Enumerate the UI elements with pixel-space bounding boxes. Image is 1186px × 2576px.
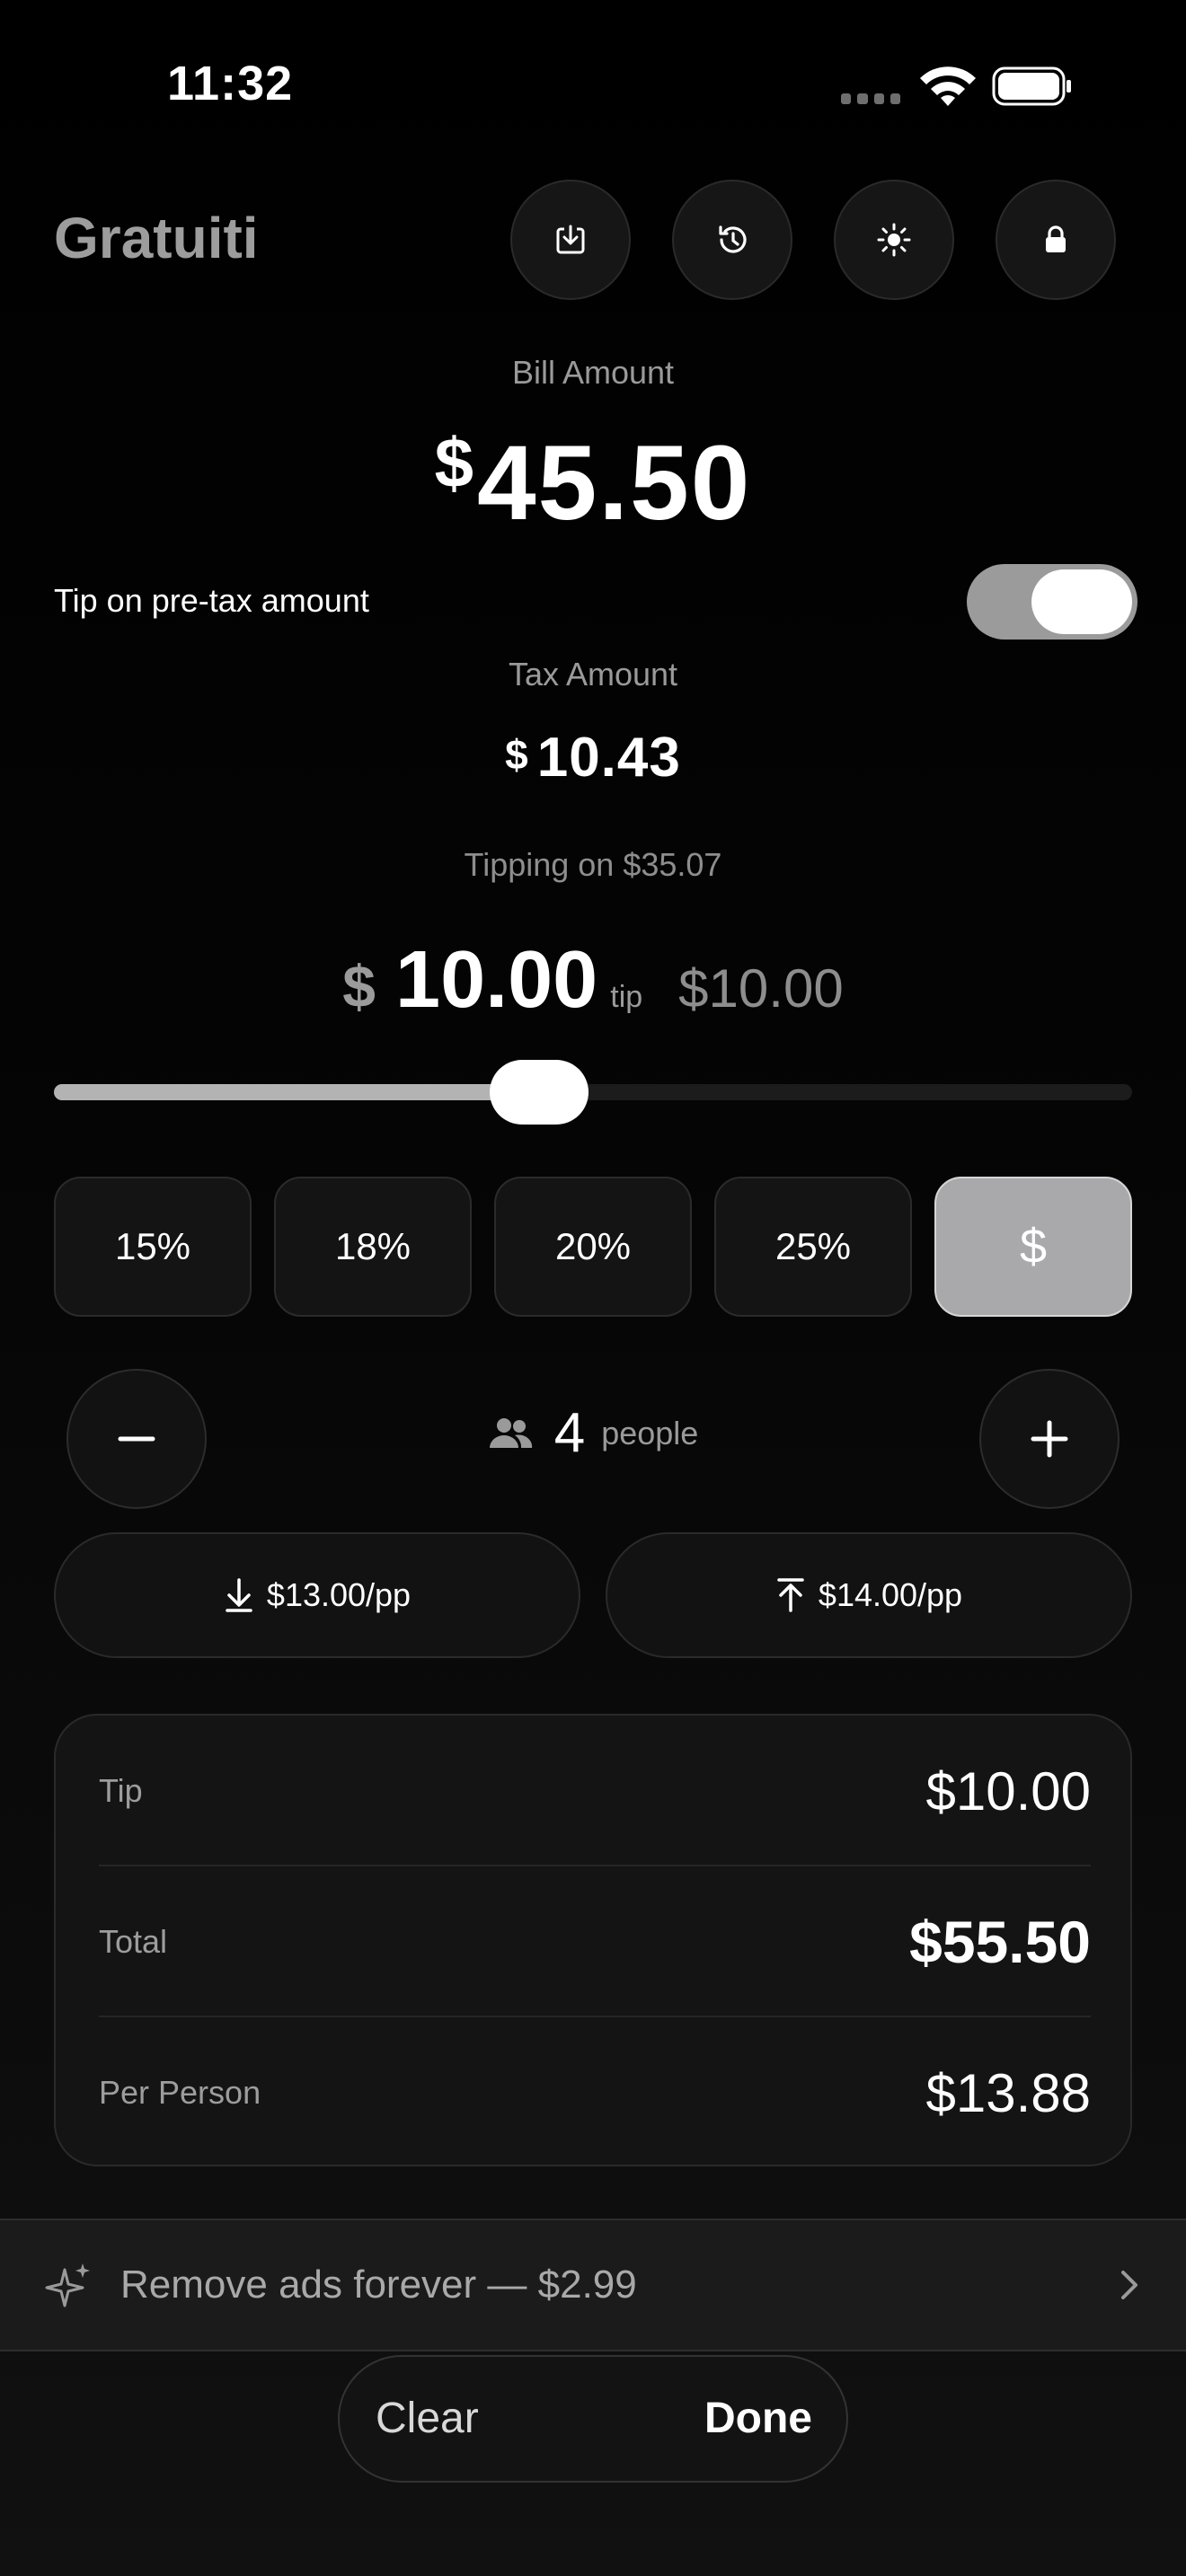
round-down-label: $13.00/pp xyxy=(266,1576,412,1613)
round-up-label: $14.00/pp xyxy=(818,1576,963,1613)
summary-tip-value: $10.00 xyxy=(925,1760,1091,1822)
arrow-up-icon xyxy=(777,1578,804,1612)
tip-calculator-screen: 11:32 Gratuiti Bill Amount $45.50 Tip on… xyxy=(0,0,1186,2576)
bill-amount-value: 45.50 xyxy=(477,424,752,543)
preset-18-button[interactable]: 18% xyxy=(274,1177,472,1317)
wifi-icon xyxy=(920,66,976,106)
bill-currency: $ xyxy=(434,423,474,502)
summary-per-person-label: Per Person xyxy=(99,2074,261,2111)
tip-presets: 15% 18% 20% 25% $ xyxy=(54,1177,1132,1317)
tip-amount-value: 10.00 xyxy=(395,935,598,1025)
toggle-knob xyxy=(1031,569,1132,634)
arrow-down-icon xyxy=(226,1578,252,1612)
preset-15-button[interactable]: 15% xyxy=(54,1177,252,1317)
summary-per-person-row: Per Person $13.88 xyxy=(99,2017,1091,2168)
lock-icon xyxy=(1046,225,1066,252)
increase-people-button[interactable] xyxy=(979,1369,1120,1509)
sparkles-icon xyxy=(45,2263,90,2307)
summary-total-value: $55.50 xyxy=(909,1909,1091,1975)
round-up-button[interactable]: $14.00/pp xyxy=(606,1532,1132,1658)
lock-button[interactable] xyxy=(996,180,1116,300)
preset-custom-dollar-button[interactable]: $ xyxy=(934,1177,1132,1317)
remove-ads-text: Remove ads forever — $2.99 xyxy=(120,2263,637,2307)
people-icon xyxy=(489,1417,532,1448)
tip-currency: $ xyxy=(342,953,376,1019)
summary-total-row: Total $55.50 xyxy=(99,1866,1091,2017)
round-down-button[interactable]: $13.00/pp xyxy=(54,1532,580,1658)
tax-amount-field[interactable]: $10.43 xyxy=(0,726,1186,790)
remove-ads-banner[interactable]: Remove ads forever — $2.99 xyxy=(0,2219,1186,2351)
cellular-signal-icon xyxy=(841,93,900,104)
tax-amount-value: 10.43 xyxy=(536,727,681,789)
save-button[interactable] xyxy=(510,180,631,300)
tip-alt-amount: $10.00 xyxy=(678,958,844,1019)
tipping-on-text: Tipping on $35.07 xyxy=(464,846,722,883)
clear-button[interactable]: Clear xyxy=(376,2357,479,2481)
done-button[interactable]: Done xyxy=(704,2357,812,2481)
tip-slider-thumb[interactable] xyxy=(490,1060,589,1125)
tax-currency: $ xyxy=(505,731,528,778)
people-label: people xyxy=(601,1414,699,1451)
summary-tip-label: Tip xyxy=(99,1772,143,1809)
people-count-value: 4 xyxy=(553,1402,586,1464)
history-icon xyxy=(719,225,747,253)
chevron-right-icon xyxy=(1121,2271,1137,2299)
bill-amount-label: Bill Amount xyxy=(511,354,675,391)
status-time: 11:32 xyxy=(167,57,294,110)
tip-suffix: tip xyxy=(610,980,643,1014)
summary-tip-row: Tip $10.00 xyxy=(99,1716,1091,1866)
sun-icon xyxy=(877,223,911,257)
plus-icon xyxy=(1031,1420,1068,1458)
history-button[interactable] xyxy=(672,180,792,300)
preset-20-button[interactable]: 20% xyxy=(494,1177,692,1317)
save-icon xyxy=(556,225,585,254)
pretax-toggle-label: Tip on pre-tax amount xyxy=(54,582,369,619)
summary-card: Tip $10.00 Total $55.50 Per Person $13.8… xyxy=(54,1714,1132,2166)
keyboard-actions-bar: Clear Done xyxy=(338,2355,848,2483)
battery-icon xyxy=(992,66,1071,106)
app-title: Gratuiti xyxy=(54,206,259,270)
bill-amount-field[interactable]: $45.50 xyxy=(0,422,1186,544)
tip-amount-display[interactable]: $ 10.00 tip $10.00 xyxy=(0,934,1186,1027)
tax-amount-label: Tax Amount xyxy=(508,656,678,693)
pretax-toggle[interactable] xyxy=(967,564,1137,640)
tip-slider-fill xyxy=(54,1084,539,1100)
summary-total-label: Total xyxy=(99,1923,168,1960)
summary-per-person-value: $13.88 xyxy=(925,2062,1091,2123)
preset-25-button[interactable]: 25% xyxy=(714,1177,912,1317)
theme-button[interactable] xyxy=(834,180,954,300)
